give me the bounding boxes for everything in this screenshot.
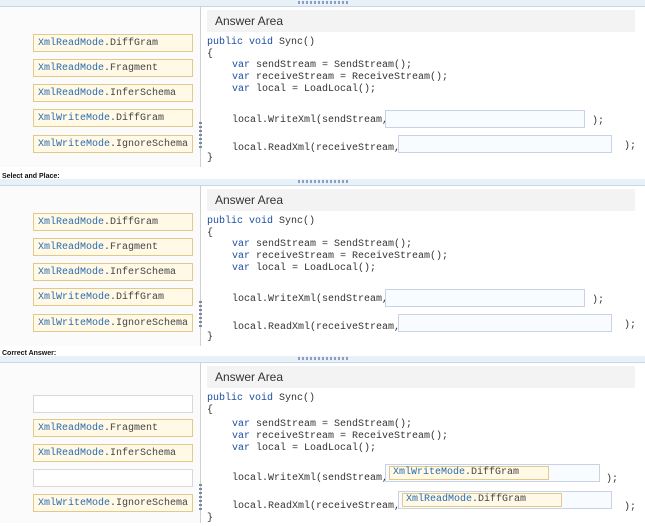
enum-name: XmlReadMode <box>38 423 105 434</box>
option-readmode-diffgram[interactable]: XmlReadMode.DiffGram <box>33 213 193 231</box>
option-readmode-fragment[interactable]: XmlReadMode.Fragment <box>33 419 193 437</box>
code-brace-open: { <box>207 405 214 416</box>
correct-answer-panel: Answer Area XmlReadMode.Fragment XmlRead… <box>0 356 645 526</box>
panel-top-strip <box>0 0 645 7</box>
placed-writemode-diffgram[interactable]: XmlWriteMode.DiffGram <box>389 466 549 480</box>
enum-member: .DiffGram <box>472 494 527 505</box>
code-line-local: var local = LoadLocal(); <box>232 263 377 274</box>
enum-name: XmlReadMode <box>38 267 105 278</box>
enum-name: XmlWriteMode <box>38 292 111 303</box>
code-brace-close: } <box>207 513 214 524</box>
panel-top-strip <box>0 356 645 363</box>
code-brace-open: { <box>207 228 214 239</box>
enum-member: .InferSchema <box>104 267 177 278</box>
drag-marker <box>199 484 202 512</box>
answer-area-header: Answer Area <box>207 189 635 211</box>
question-panel: Answer Area XmlReadMode.DiffGram XmlRead… <box>0 0 645 170</box>
read-tail: ); <box>624 502 637 513</box>
option-slot-empty <box>33 395 193 413</box>
code-read-call: local.ReadXml(receiveStream, <box>232 322 401 333</box>
resize-grip[interactable] <box>298 1 348 4</box>
code-read-call: local.ReadXml(receiveStream, <box>232 501 401 512</box>
read-drop-target[interactable]: XmlReadMode.DiffGram <box>398 491 612 509</box>
option-readmode-fragment[interactable]: XmlReadMode.Fragment <box>33 59 193 77</box>
enum-member: .DiffGram <box>110 292 165 303</box>
drag-marker <box>199 301 202 329</box>
option-readmode-inferschema[interactable]: XmlReadMode.InferSchema <box>33 84 193 102</box>
enum-member: .Fragment <box>104 423 159 434</box>
placed-readmode-diffgram[interactable]: XmlReadMode.DiffGram <box>402 493 562 507</box>
enum-member: .IgnoreSchema <box>110 139 189 150</box>
enum-name: XmlWriteMode <box>38 318 111 329</box>
resize-grip[interactable] <box>298 357 348 360</box>
code-signature: public void Sync() <box>207 37 316 48</box>
code-line-receive: var receiveStream = ReceiveStream(); <box>232 72 449 83</box>
write-drop-target[interactable] <box>385 289 585 307</box>
read-drop-target[interactable] <box>398 135 612 153</box>
code-line-send: var sendStream = SendStream(); <box>232 419 413 430</box>
enum-name: XmlReadMode <box>38 242 105 253</box>
enum-name: XmlReadMode <box>38 448 105 459</box>
option-readmode-inferschema[interactable]: XmlReadMode.InferSchema <box>33 263 193 281</box>
option-writemode-ignoreschema[interactable]: XmlWriteMode.IgnoreSchema <box>33 494 193 512</box>
enum-name: XmlWriteMode <box>38 139 111 150</box>
enum-name: XmlReadMode <box>38 217 105 228</box>
code-signature: public void Sync() <box>207 216 316 227</box>
code-brace-open: { <box>207 49 214 60</box>
code-signature: public void Sync() <box>207 393 316 404</box>
enum-name: XmlReadMode <box>38 88 105 99</box>
read-drop-target[interactable] <box>398 314 612 332</box>
code-brace-close: } <box>207 153 214 164</box>
write-drop-target[interactable]: XmlWriteMode.DiffGram <box>385 464 600 482</box>
answer-area-header: Answer Area <box>207 366 635 388</box>
code-line-receive: var receiveStream = ReceiveStream(); <box>232 431 449 442</box>
code-line-send: var sendStream = SendStream(); <box>232 239 413 250</box>
select-and-place-panel: Answer Area XmlReadMode.DiffGram XmlRead… <box>0 179 645 349</box>
code-line-local: var local = LoadLocal(); <box>232 84 377 95</box>
enum-member: .DiffGram <box>110 113 165 124</box>
enum-member: .InferSchema <box>104 448 177 459</box>
code-line-local: var local = LoadLocal(); <box>232 443 377 454</box>
answer-area-header: Answer Area <box>207 10 635 32</box>
enum-name: XmlWriteMode <box>38 113 111 124</box>
enum-member: .DiffGram <box>104 217 159 228</box>
code-write-call: local.WriteXml(sendStream, <box>232 294 389 305</box>
enum-member: .DiffGram <box>465 467 520 478</box>
option-writemode-diffgram[interactable]: XmlWriteMode.DiffGram <box>33 288 193 306</box>
option-readmode-inferschema[interactable]: XmlReadMode.InferSchema <box>33 444 193 462</box>
enum-member: .InferSchema <box>104 88 177 99</box>
read-tail: ); <box>624 320 637 331</box>
resize-grip[interactable] <box>298 180 348 183</box>
option-writemode-diffgram[interactable]: XmlWriteMode.DiffGram <box>33 109 193 127</box>
write-tail: ); <box>592 116 605 127</box>
enum-name: XmlReadMode <box>406 494 473 505</box>
enum-member: .Fragment <box>104 242 159 253</box>
enum-name: XmlReadMode <box>38 38 105 49</box>
code-write-call: local.WriteXml(sendStream, <box>232 473 389 484</box>
write-tail: ); <box>592 295 605 306</box>
write-drop-target[interactable] <box>385 110 585 128</box>
code-line-receive: var receiveStream = ReceiveStream(); <box>232 251 449 262</box>
option-readmode-diffgram[interactable]: XmlReadMode.DiffGram <box>33 34 193 52</box>
read-tail: ); <box>624 141 637 152</box>
drag-marker <box>199 122 202 150</box>
enum-name: XmlWriteMode <box>393 467 466 478</box>
enum-member: .DiffGram <box>104 38 159 49</box>
code-read-call: local.ReadXml(receiveStream, <box>232 143 401 154</box>
enum-member: .Fragment <box>104 63 159 74</box>
option-readmode-fragment[interactable]: XmlReadMode.Fragment <box>33 238 193 256</box>
write-tail: ); <box>606 474 619 485</box>
option-writemode-ignoreschema[interactable]: XmlWriteMode.IgnoreSchema <box>33 135 193 153</box>
panel-top-strip <box>0 179 645 186</box>
code-line-send: var sendStream = SendStream(); <box>232 60 413 71</box>
enum-member: .IgnoreSchema <box>110 318 189 329</box>
enum-name: XmlReadMode <box>38 63 105 74</box>
enum-member: .IgnoreSchema <box>110 498 189 509</box>
code-write-call: local.WriteXml(sendStream, <box>232 115 389 126</box>
option-slot-empty <box>33 469 193 487</box>
enum-name: XmlWriteMode <box>38 498 111 509</box>
option-writemode-ignoreschema[interactable]: XmlWriteMode.IgnoreSchema <box>33 314 193 332</box>
code-brace-close: } <box>207 332 214 343</box>
